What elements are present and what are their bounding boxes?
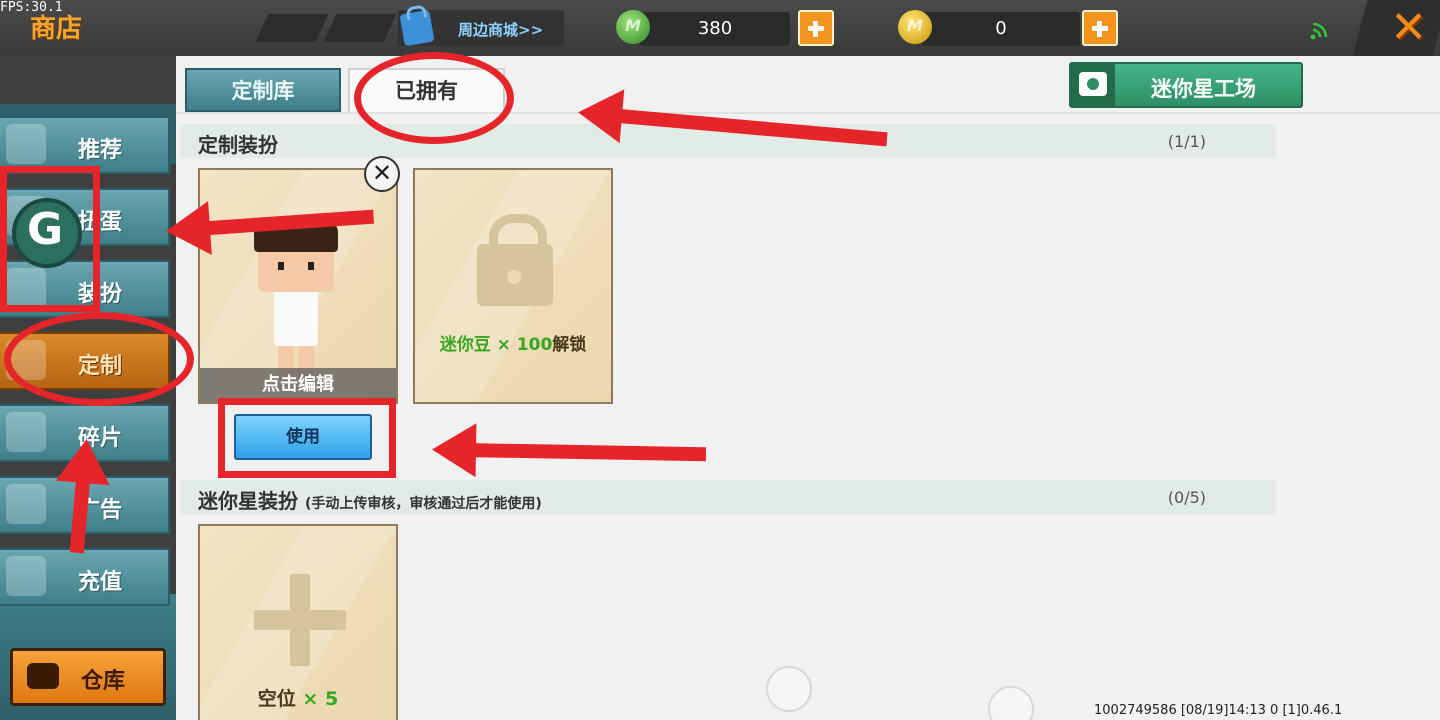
avatar-eye [308,262,314,270]
lock-icon [477,214,553,306]
gift-icon [6,484,46,524]
add-slot-icon [254,574,346,666]
mini-coin-value: 0 [995,18,1007,39]
factory-label: 迷你星工场 [1151,77,1256,101]
remove-icon[interactable]: ✕ [364,156,400,192]
annotation-circle-owned-tab [354,52,514,144]
mini-star-factory-button[interactable]: 迷你星工场 [1069,62,1303,108]
section-count: (0/5) [1167,488,1206,507]
signal-icon [1310,22,1328,40]
mini-coin-icon: M [898,10,932,44]
section-title: 定制装扮 [198,133,278,157]
empty-slot-card[interactable]: 空位 × 5 [198,524,398,720]
fragment-icon [6,412,46,452]
build-info: 1002749586 [08/19]14:13 0 [1]0.46.1 [1094,703,1343,718]
merch-store-label: 周边商城>> [458,21,544,39]
mini-bean-value: 380 [697,18,733,39]
sidebar-item-label: 充值 [78,570,123,595]
main-panel: 定制库 已拥有 迷你星工场 定制装扮 (1/1) 点击编辑 迷你豆 × 100解… [176,56,1440,720]
empty-slot-text: 空位 [257,688,296,710]
chest-icon [27,663,59,689]
mini-star-section-header: 迷你星装扮 (手动上传审核，审核通过后才能使用) (0/5) [180,480,1276,514]
section-count: (1/1) [1167,132,1206,151]
mini-bean-icon-letter: M [625,16,641,35]
annotation-badge: G [12,198,82,268]
warehouse-button[interactable]: 仓库 [10,648,166,706]
camera-icon [1079,72,1107,96]
merch-store-button[interactable]: 周边商城>> [398,9,564,47]
close-button[interactable]: ✕ [1352,0,1440,56]
sidebar-item-label: 推荐 [78,138,123,163]
section-note: (手动上传审核，审核通过后才能使用) [304,496,542,512]
section-title: 迷你星装扮 (手动上传审核，审核通过后才能使用) [198,485,542,514]
section-title-text: 迷你星装扮 [198,489,298,513]
camera-icon-box [1071,64,1115,106]
top-bar: FPS:30.1 商店 周边商城>> 380 M 0 M ✕ [0,0,1440,56]
decor-stripe [255,14,329,42]
avatar-body [274,288,318,346]
empty-slot-label: 空位 × 5 [200,684,396,711]
coin-stack-icon [6,556,46,596]
unlock-currency: 迷你豆 × 100 [439,335,553,355]
mini-bean-balance: 380 [640,12,790,46]
annotation-circle-custom [4,312,194,406]
unlock-suffix: 解锁 [552,335,587,355]
thumbs-up-icon [6,124,46,164]
annotation-box-use [218,398,396,478]
sidebar-item-recharge[interactable]: 充值 [0,548,170,606]
unlock-cost: 迷你豆 × 100解锁 [415,330,611,355]
add-mini-coins-button[interactable] [1082,10,1118,46]
add-mini-beans-button[interactable] [798,10,834,46]
close-icon: ✕ [1390,2,1428,53]
mini-bean-icon: M [616,10,650,44]
decor-stripe [323,14,397,42]
tab-custom-library[interactable]: 定制库 [185,68,341,112]
avatar-eye [278,262,284,270]
custom-outfit-card[interactable]: 点击编辑 [198,168,398,404]
empty-slot-count: × 5 [295,688,339,710]
page-title: 商店 [30,14,83,44]
mini-coin-balance: 0 [922,12,1080,46]
edit-label[interactable]: 点击编辑 [200,368,396,402]
merch-bag-icon [399,9,435,47]
annotation-badge-letter: G [27,204,64,255]
mini-coin-icon-letter: M [907,16,923,35]
locked-slot-card[interactable]: 迷你豆 × 100解锁 [413,168,613,404]
warehouse-label: 仓库 [81,669,126,694]
virtual-joystick[interactable] [766,666,812,712]
